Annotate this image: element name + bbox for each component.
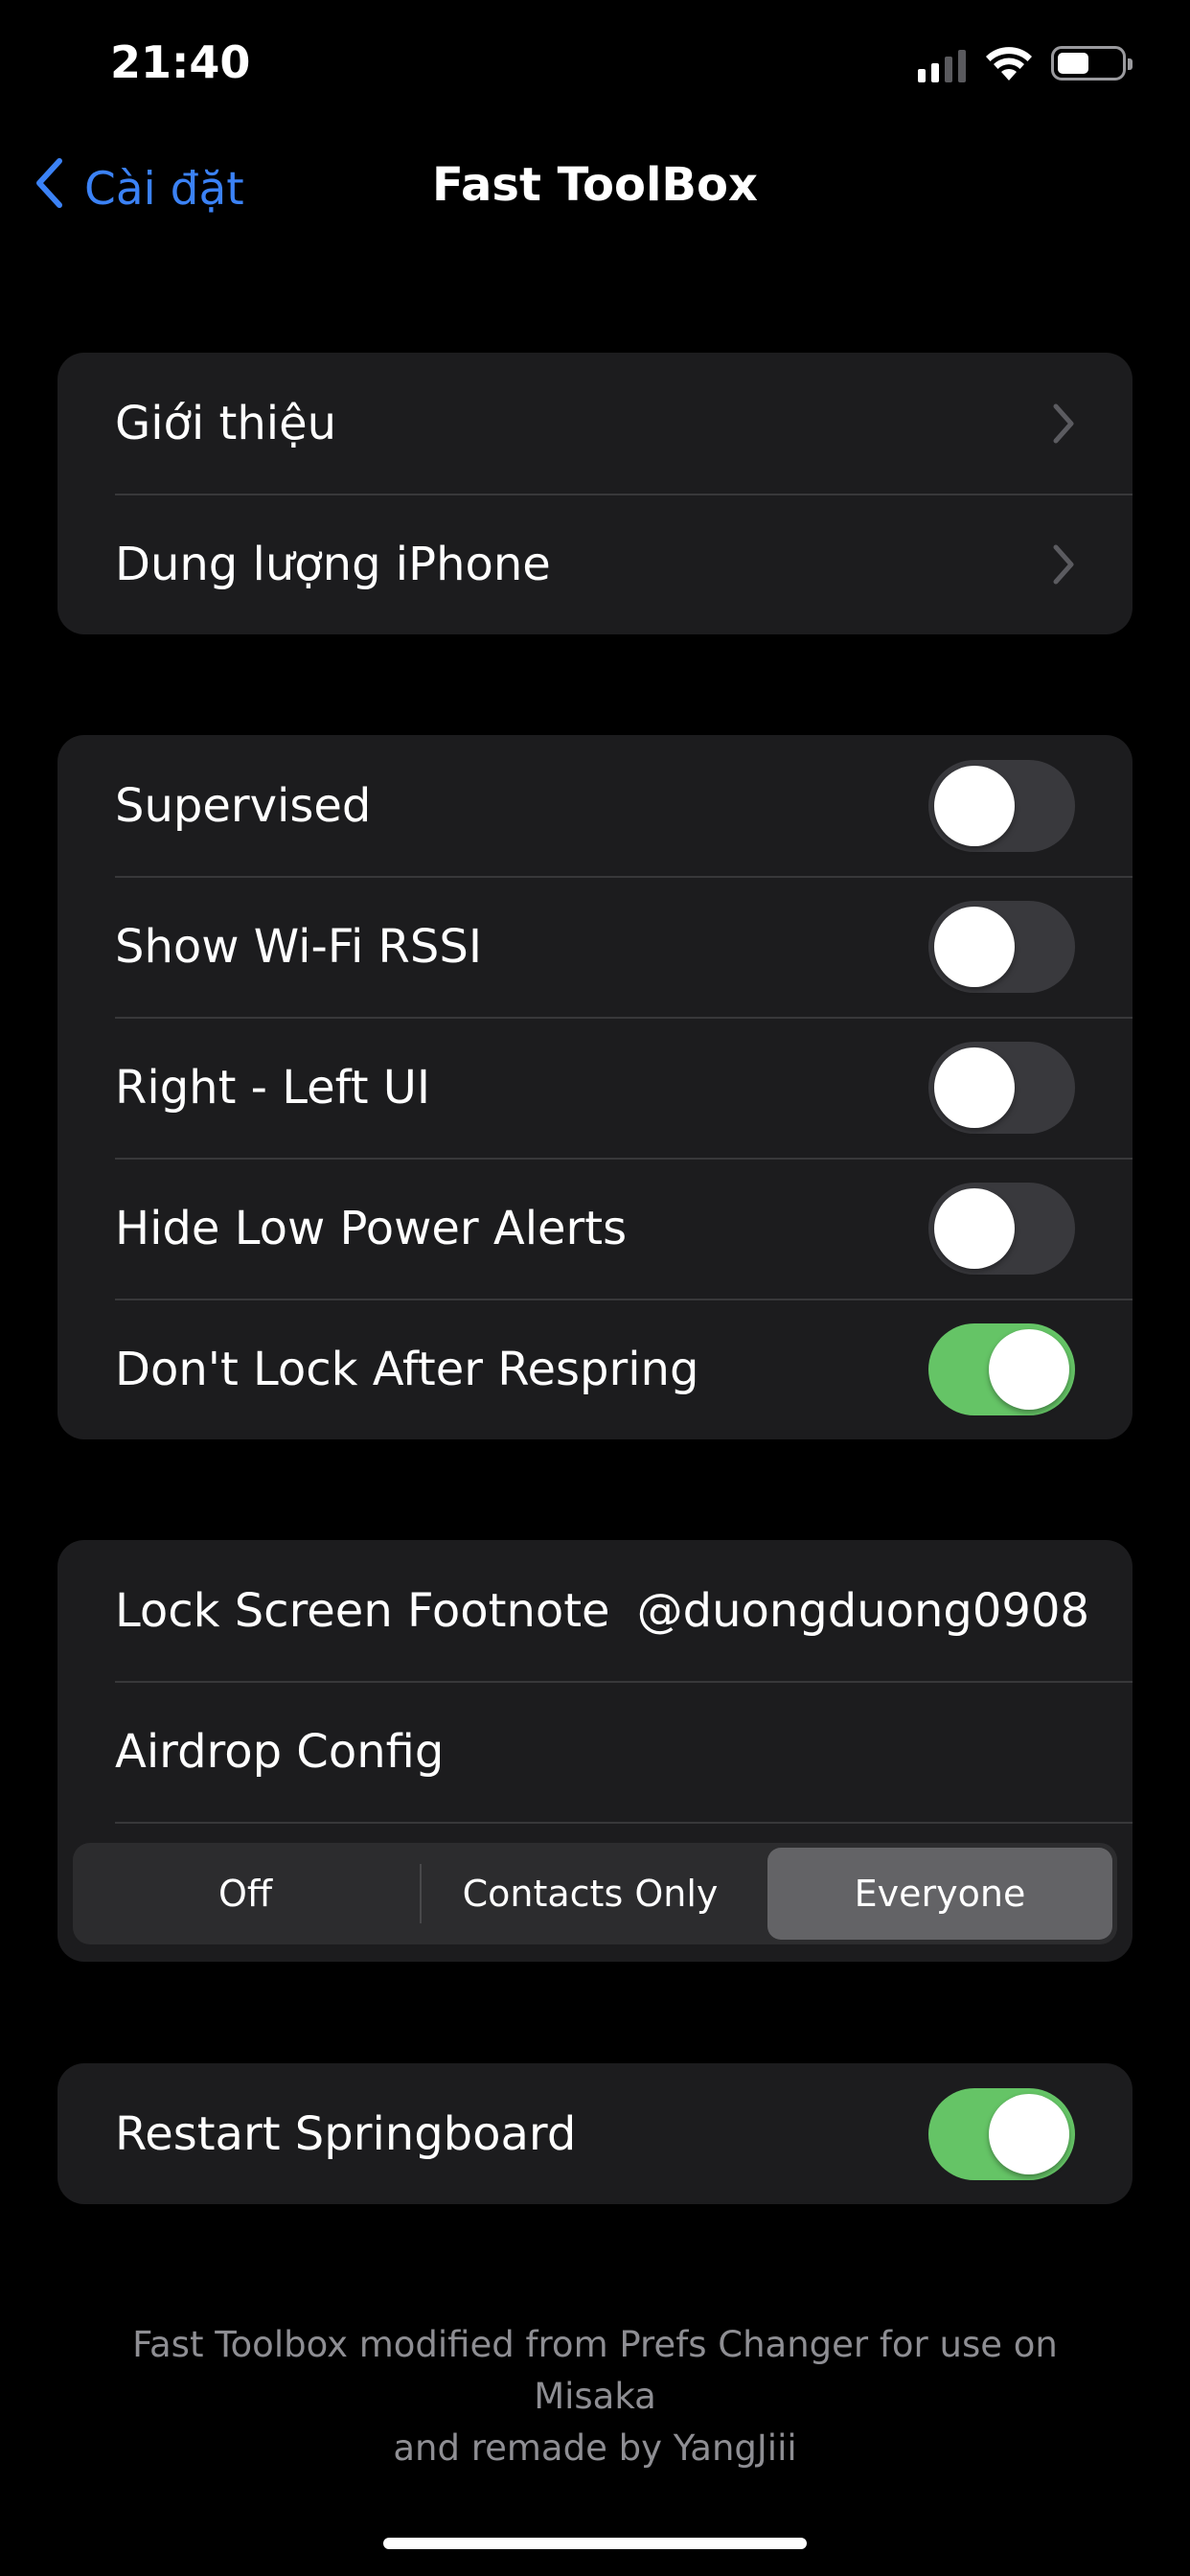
rtl-ui-toggle[interactable]	[928, 1041, 1075, 1134]
list-item-iphone-storage[interactable]: Dung lượng iPhone	[57, 494, 1133, 634]
segment-contacts-only[interactable]: Contacts Only	[418, 1843, 763, 1944]
respring-group: Restart Springboard	[57, 2063, 1133, 2204]
supervised-toggle[interactable]	[928, 759, 1075, 852]
footnote-label: Lock Screen Footnote	[115, 1583, 610, 1638]
list-item-label: Dung lượng iPhone	[115, 537, 551, 591]
segment-everyone[interactable]: Everyone	[767, 1848, 1112, 1940]
list-item-about[interactable]: Giới thiệu	[57, 353, 1133, 494]
setting-row-rtl-ui: Right - Left UI	[57, 1017, 1133, 1158]
setting-label: Supervised	[115, 778, 372, 833]
home-indicator[interactable]	[383, 2538, 807, 2549]
low-power-alerts-toggle[interactable]	[928, 1182, 1075, 1275]
setting-row-airdrop: Airdrop Config	[57, 1681, 1133, 1822]
battery-icon	[1051, 46, 1133, 80]
setting-label: Restart Springboard	[115, 2106, 577, 2161]
divider	[115, 1822, 1133, 1824]
setting-row-restart-springboard: Restart Springboard	[57, 2063, 1133, 2204]
footer-line-1: Fast Toolbox modified from Prefs Changer…	[132, 2324, 1058, 2417]
airdrop-label: Airdrop Config	[115, 1724, 445, 1779]
dont-lock-toggle[interactable]	[928, 1322, 1075, 1415]
wifi-icon	[985, 42, 1033, 82]
setting-row-dont-lock: Don't Lock After Respring	[57, 1299, 1133, 1439]
status-time: 21:40	[110, 36, 251, 88]
footer-line-2: and remade by YangJiii	[393, 2427, 797, 2469]
info-group: Giới thiệu Dung lượng iPhone	[57, 353, 1133, 634]
setting-row-footnote[interactable]: Lock Screen Footnote @duongduong0908	[57, 1540, 1133, 1681]
setting-row-wifi-rssi: Show Wi-Fi RSSI	[57, 876, 1133, 1017]
setting-row-supervised: Supervised	[57, 735, 1133, 876]
setting-row-low-power-alerts: Hide Low Power Alerts	[57, 1158, 1133, 1299]
segment-divider	[420, 1864, 422, 1923]
setting-label: Show Wi-Fi RSSI	[115, 919, 482, 974]
page-title: Fast ToolBox	[432, 158, 758, 212]
footnote-value-field[interactable]: @duongduong0908	[637, 1584, 1089, 1638]
list-item-label: Giới thiệu	[115, 396, 337, 450]
wifi-rssi-toggle[interactable]	[928, 900, 1075, 993]
lockscreen-airdrop-group: Lock Screen Footnote @duongduong0908 Air…	[57, 1540, 1133, 1962]
toggles-group: Supervised Show Wi-Fi RSSI Right - Left …	[57, 735, 1133, 1439]
setting-label: Hide Low Power Alerts	[115, 1201, 628, 1255]
restart-springboard-toggle[interactable]	[928, 2087, 1075, 2180]
footer-text: Fast Toolbox modified from Prefs Changer…	[96, 2319, 1094, 2474]
setting-label: Don't Lock After Respring	[115, 1342, 699, 1396]
cellular-signal-icon	[918, 50, 970, 82]
chevron-right-icon	[1052, 543, 1075, 597]
setting-label: Right - Left UI	[115, 1060, 431, 1115]
segment-off[interactable]: Off	[73, 1843, 418, 1944]
airdrop-segmented-control[interactable]: Off Contacts Only Everyone	[73, 1843, 1117, 1944]
chevron-right-icon	[1052, 402, 1075, 456]
